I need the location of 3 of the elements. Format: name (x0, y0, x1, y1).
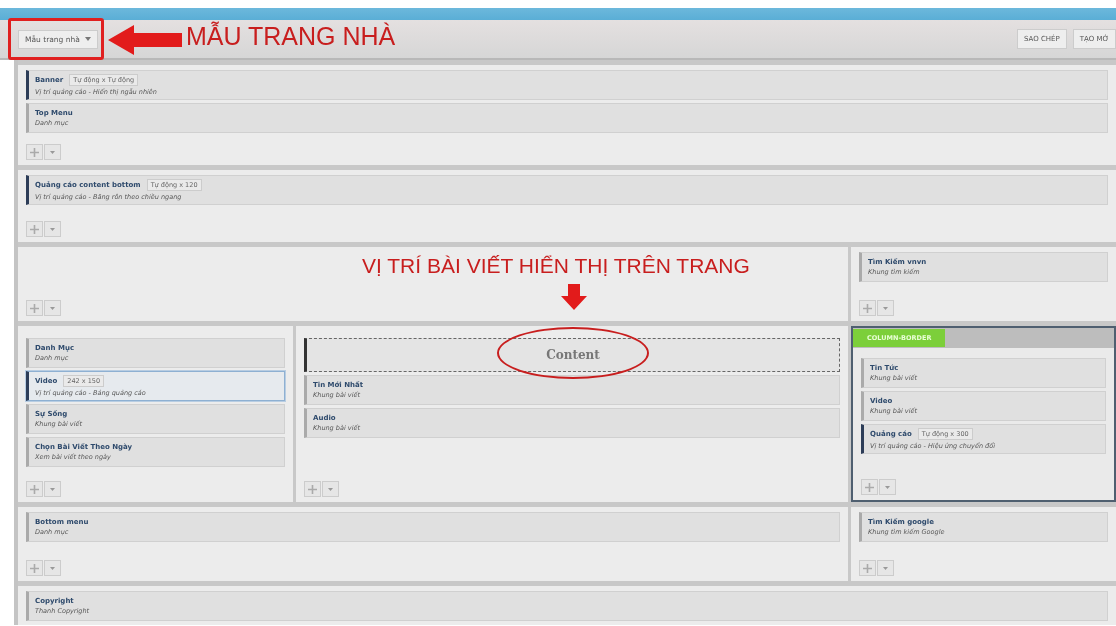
annotation-text: VỊ TRÍ BÀI VIẾT HIỂN THỊ TRÊN TRANG (362, 254, 750, 278)
annotation-text: MẪU TRANG NHÀ (186, 22, 396, 51)
content-placeholder[interactable]: Content (304, 338, 840, 372)
